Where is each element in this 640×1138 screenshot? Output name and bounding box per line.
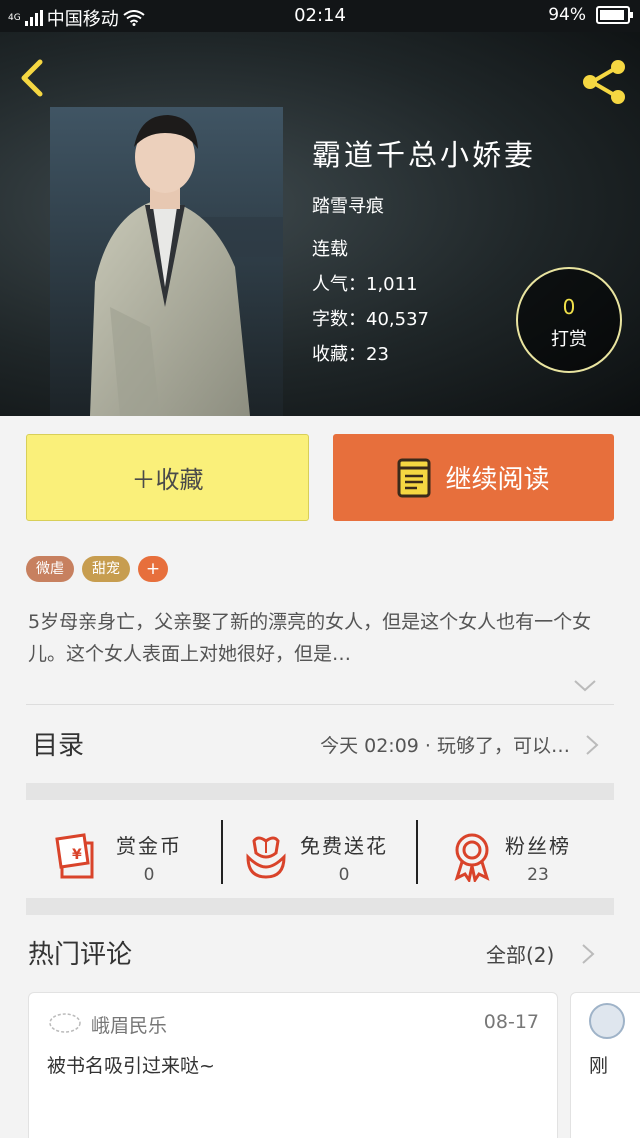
chevron-down-icon [574, 680, 596, 692]
avatar [589, 1003, 625, 1039]
comment-card[interactable]: 峨眉民乐 08-17 被书名吸引过来哒~ [28, 992, 558, 1138]
comment-text: 刚 [589, 1055, 609, 1077]
status-bar: 4G 中国移动 02:14 94% [0, 0, 640, 32]
chevron-right-icon[interactable] [580, 942, 596, 966]
table-of-contents-row[interactable]: 目录 今天 02:09 · 玩够了，可以… [26, 705, 614, 783]
section-separator [26, 783, 614, 800]
book-favorites: 收藏：23 [312, 344, 389, 365]
add-tag-button[interactable]: + [138, 556, 168, 582]
tag-item[interactable]: 甜宠 [82, 556, 130, 582]
action-count: 0 [143, 864, 155, 885]
medal-icon [454, 833, 490, 882]
battery-fill [600, 10, 625, 20]
tag-list: 微虐 甜宠 + [26, 556, 168, 582]
book-title: 霸道千总小娇妻 [312, 138, 537, 172]
book-author[interactable]: 踏雪寻痕 [312, 192, 384, 218]
book-popularity: 人气：1,011 [312, 274, 418, 295]
fan-ranking-button[interactable]: 粉丝榜 23 [451, 802, 571, 912]
battery-percent: 94% [548, 5, 586, 25]
vertical-divider [221, 820, 223, 884]
share-button[interactable] [578, 58, 630, 106]
action-name: 赏金币 [116, 833, 182, 858]
back-button[interactable] [14, 54, 54, 102]
action-name: 粉丝榜 [505, 833, 571, 858]
back-arrow-icon [21, 59, 43, 97]
action-count: 0 [338, 864, 350, 885]
book-cover[interactable] [50, 107, 283, 416]
cover-illustration [50, 107, 283, 416]
battery-icon [596, 6, 633, 24]
status-time: 02:14 [294, 5, 346, 26]
chevron-right-icon [586, 735, 599, 755]
reward-label: 打赏 [551, 329, 587, 350]
section-separator [26, 898, 614, 915]
svg-text:¥: ¥ [72, 847, 82, 863]
toc-label: 目录 [32, 731, 85, 761]
hot-comments-title: 热门评论 [28, 940, 133, 970]
flower-icon [246, 836, 286, 879]
all-comments-link[interactable]: 全部(2) [486, 939, 554, 968]
share-icon [583, 60, 625, 104]
expand-description-button[interactable] [572, 678, 598, 694]
continue-reading-label: 继续阅读 [445, 465, 550, 495]
book-header: 霸道千总小娇妻 踏雪寻痕 连载 人气：1,011 字数：40,537 收藏：23… [0, 32, 640, 416]
avatar [49, 1013, 81, 1033]
comment-text: 被书名吸引过来哒~ [47, 1055, 215, 1077]
book-detail-body: ＋收藏 继续阅读 微虐 甜宠 + 5岁母亲身亡，父亲娶了新的漂亮的女人，但是这个… [0, 416, 640, 1138]
reward-count: 0 [562, 295, 576, 319]
red-envelope-icon: ¥ [55, 833, 94, 879]
book-description: 5岁母亲身亡，父亲娶了新的漂亮的女人，但是这个女人也有一个女儿。这个女人表面上对… [28, 611, 592, 665]
collect-label: ＋收藏 [131, 466, 204, 494]
comment-username[interactable]: 峨眉民乐 [91, 1011, 167, 1038]
book-icon [397, 458, 431, 497]
send-flower-button[interactable]: 免费送花 0 [244, 802, 388, 912]
vertical-divider [416, 820, 418, 884]
status-right: 94% [548, 5, 633, 25]
latest-chapter: 今天 02:09 · 玩够了，可以… [320, 735, 570, 757]
action-name: 免费送花 [300, 833, 388, 858]
gold-coin-reward-button[interactable]: ¥ 赏金币 0 [54, 802, 182, 912]
continue-reading-button[interactable]: 继续阅读 [333, 434, 614, 521]
comment-date: 08-17 [483, 1011, 539, 1033]
collect-button[interactable]: ＋收藏 [26, 434, 309, 521]
action-bar: ¥ 赏金币 0 免费送花 0 粉丝榜 23 [26, 802, 614, 912]
book-word-count: 字数：40,537 [312, 309, 429, 330]
book-status: 连载 [312, 239, 348, 260]
tag-item[interactable]: 微虐 [26, 556, 74, 582]
reward-button[interactable]: 0 打赏 [516, 267, 622, 373]
action-count: 23 [527, 864, 549, 885]
comment-card[interactable]: 刚 [570, 992, 640, 1138]
